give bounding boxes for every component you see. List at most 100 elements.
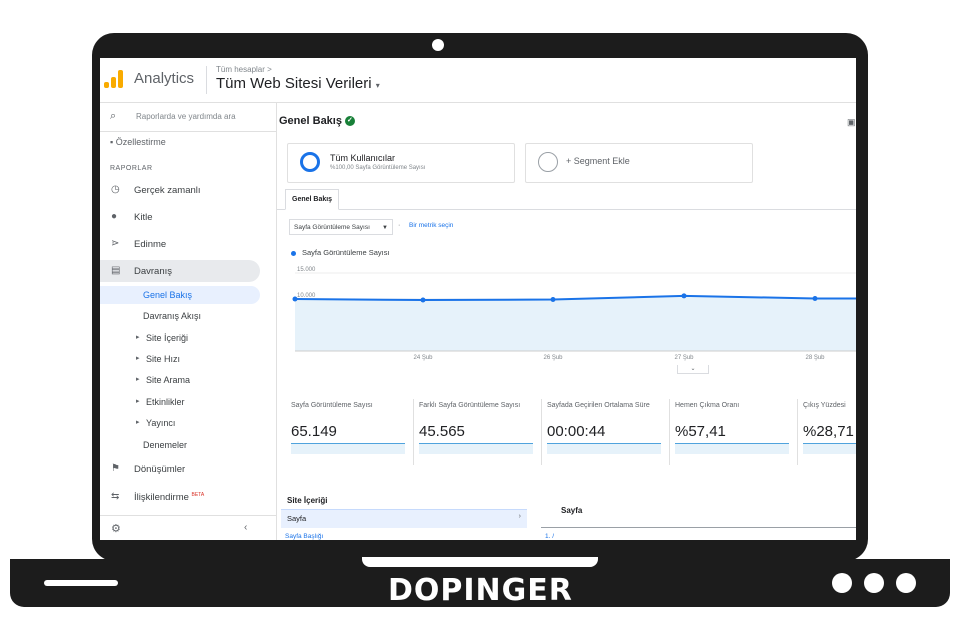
caret-down-icon: ▼ — [382, 225, 388, 231]
sidebar-item-acquisition[interactable]: ⋗ Edinme — [100, 233, 260, 255]
scorecard-exit-rate: Çıkış Yüzdesi %28,71 — [799, 399, 856, 465]
account-breadcrumb[interactable]: Tüm hesaplar > — [216, 65, 272, 74]
gear-icon[interactable]: ⚙ — [111, 522, 121, 535]
content-dimension-page[interactable]: Sayfa › — [281, 509, 527, 528]
scorecard-bounce-rate: Hemen Çıkma Oranı %57,41 — [671, 399, 795, 465]
expand-arrow-icon: ▸ — [136, 355, 140, 362]
data-point[interactable] — [420, 297, 426, 303]
card-divider — [413, 399, 414, 465]
data-point[interactable] — [550, 297, 556, 303]
sidebar-sub-events[interactable]: ▸ Etkinlikler — [100, 393, 260, 411]
screen: Analytics Tüm hesaplar > Tüm Web Sitesi … — [100, 58, 856, 540]
save-icon[interactable]: ▣ — [847, 117, 856, 128]
series-area — [295, 295, 856, 351]
sidebar-sub-behavior-flow[interactable]: Davranış Akışı — [100, 307, 260, 325]
expand-arrow-icon: ▸ — [136, 334, 140, 341]
account-title: Tüm Web Sitesi Verileri — [216, 75, 372, 92]
segment-ring-icon — [300, 152, 320, 172]
camera-dot — [432, 39, 444, 51]
chart-expander[interactable]: ⌄ — [677, 365, 709, 374]
verified-check-icon: ✓ — [344, 116, 355, 127]
x-tick-label: 26 Şub — [543, 355, 563, 361]
scorecard-unique-pageviews: Farklı Sayfa Görüntüleme Sayısı 45.565 — [415, 399, 539, 465]
laptop-base: DOPINGER — [10, 557, 950, 608]
collapse-chevron-icon[interactable]: ‹ — [244, 522, 247, 533]
app-name: Analytics — [134, 70, 195, 87]
card-divider — [669, 399, 670, 465]
page-title: Genel Bakış ✓ — [279, 115, 355, 127]
sidebar-item-attribution[interactable]: ⇆ İlişkilendirme BETA — [100, 486, 260, 508]
sidebar-item-audience[interactable]: ● Kitle — [100, 206, 260, 228]
sparkline — [419, 443, 533, 454]
pageviews-chart: 15.00010.0005.00024 Şub26 Şub27 Şub28 Şu… — [292, 267, 856, 361]
expand-arrow-icon: ▸ — [136, 376, 140, 383]
table-rule — [541, 527, 856, 528]
attribution-icon: ⇆ — [111, 491, 120, 502]
site-content-heading: Site İçeriği — [287, 496, 328, 505]
section-label: RAPORLAR — [110, 165, 153, 172]
beta-badge: BETA — [191, 492, 205, 498]
caret-down-icon: ▾ — [375, 81, 380, 90]
chevron-right-icon: › — [518, 513, 521, 520]
sidebar-sub-overview[interactable]: Genel Bakış — [100, 286, 260, 304]
search-input[interactable]: Raporlarda ve yardımda ara — [136, 112, 236, 121]
expand-arrow-icon: ▸ — [136, 398, 140, 405]
page-column-heading: Sayfa — [561, 506, 583, 515]
sidebar-item-realtime[interactable]: ◷ Gerçek zamanlı — [100, 179, 260, 201]
sidebar-item-conversions[interactable]: ⚑ Dönüşümler — [100, 458, 260, 480]
base-dot — [864, 573, 884, 593]
base-bar — [44, 580, 118, 586]
data-point[interactable] — [812, 295, 818, 301]
sidebar-sub-site-search[interactable]: ▸ Site Arama — [100, 371, 260, 389]
x-tick-label: 27 Şub — [674, 355, 694, 361]
attribution-label: İlişkilendirme — [134, 492, 189, 503]
scorecard-avg-time: Sayfada Geçirilen Ortalama Süre 00:00:44 — [543, 399, 667, 465]
vs-separator: · — [398, 222, 401, 229]
sparkline — [675, 443, 789, 454]
x-tick-label: 28 Şub — [805, 355, 825, 361]
chart-legend: Sayfa Görüntüleme Sayısı — [291, 248, 390, 257]
sidebar-sub-site-speed[interactable]: ▸ Site Hızı — [100, 350, 260, 368]
scorecard-pageviews: Sayfa Görüntüleme Sayısı 65.149 — [287, 399, 411, 465]
search-icon: ⌕ — [110, 110, 117, 122]
data-point[interactable] — [292, 296, 298, 302]
data-point[interactable] — [681, 293, 687, 299]
sparkline — [803, 443, 856, 454]
segment-all-users[interactable]: Tüm Kullanıcılar %100,00 Sayfa Görüntüle… — [287, 143, 515, 183]
base-dot — [896, 573, 916, 593]
add-segment-button[interactable]: + Segment Ekle — [525, 143, 753, 183]
empty-ring-icon — [538, 152, 558, 172]
content-dimension-title[interactable]: Sayfa Başlığı — [285, 533, 323, 540]
sidebar-sub-publisher[interactable]: ▸ Yayıncı — [100, 414, 260, 432]
person-icon: ● — [111, 211, 118, 222]
account-selector[interactable]: Tüm Web Sitesi Verileri ▾ — [216, 75, 380, 92]
y-tick-label: 15.000 — [297, 267, 316, 273]
behavior-icon: ▤ — [111, 265, 121, 276]
select-metric-link[interactable]: Bir metrik seçin — [409, 222, 453, 229]
base-dots — [832, 573, 916, 593]
base-notch — [362, 557, 598, 567]
clock-icon: ◷ — [111, 184, 120, 195]
card-divider — [541, 399, 542, 465]
page-row-link[interactable]: 1. / — [545, 533, 554, 540]
ga-header: Analytics Tüm hesaplar > Tüm Web Sitesi … — [100, 58, 856, 103]
sidebar-sub-experiments[interactable]: Denemeler — [100, 436, 260, 454]
expand-arrow-icon: ▸ — [136, 419, 140, 426]
analytics-logo-icon — [104, 70, 124, 88]
flag-icon: ⚑ — [111, 463, 120, 474]
sidebar: ⌕ Raporlarda ve yardımda ara ▪ Özelleşti… — [100, 103, 277, 540]
sparkline — [547, 443, 661, 454]
main-content: Genel Bakış ✓ ▣ Tüm Kullanıcılar %100,00 … — [277, 103, 856, 540]
header-divider — [206, 66, 207, 94]
metric-dropdown[interactable]: Sayfa Görüntüleme Sayısı ▼ — [289, 219, 393, 235]
dopinger-logo: DOPINGER — [388, 573, 573, 608]
sidebar-item-behavior[interactable]: ▤ Davranış — [100, 260, 260, 282]
sidebar-footer: ⚙ ‹ — [100, 515, 276, 540]
acquisition-icon: ⋗ — [111, 238, 120, 249]
x-tick-label: 24 Şub — [413, 355, 433, 361]
sidebar-item-customization[interactable]: ▪ Özelleştirme — [110, 137, 166, 145]
sidebar-sub-site-content[interactable]: ▸ Site İçeriği — [100, 329, 260, 347]
report-search[interactable]: ⌕ Raporlarda ve yardımda ara — [100, 103, 276, 132]
tab-overview[interactable]: Genel Bakış — [285, 189, 340, 210]
scorecards: Sayfa Görüntüleme Sayısı 65.149 Farklı S… — [287, 399, 856, 465]
